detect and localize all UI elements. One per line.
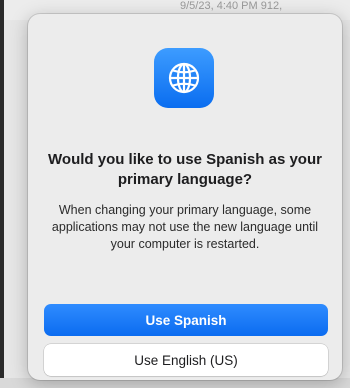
window-edge [0, 0, 4, 388]
use-spanish-label: Use Spanish [145, 312, 227, 328]
language-dialog: Would you like to use Spanish as your pr… [28, 14, 342, 380]
dialog-title: Would you like to use Spanish as your pr… [48, 151, 322, 188]
globe-icon [154, 48, 214, 108]
background-timestamp: 9/5/23, 4:40 PM 912, [180, 0, 283, 12]
dialog-message: When changing your primary language, som… [51, 203, 319, 251]
use-english-label: Use English (US) [134, 352, 238, 368]
use-english-button[interactable]: Use English (US) [44, 344, 328, 376]
use-spanish-button[interactable]: Use Spanish [44, 304, 328, 336]
